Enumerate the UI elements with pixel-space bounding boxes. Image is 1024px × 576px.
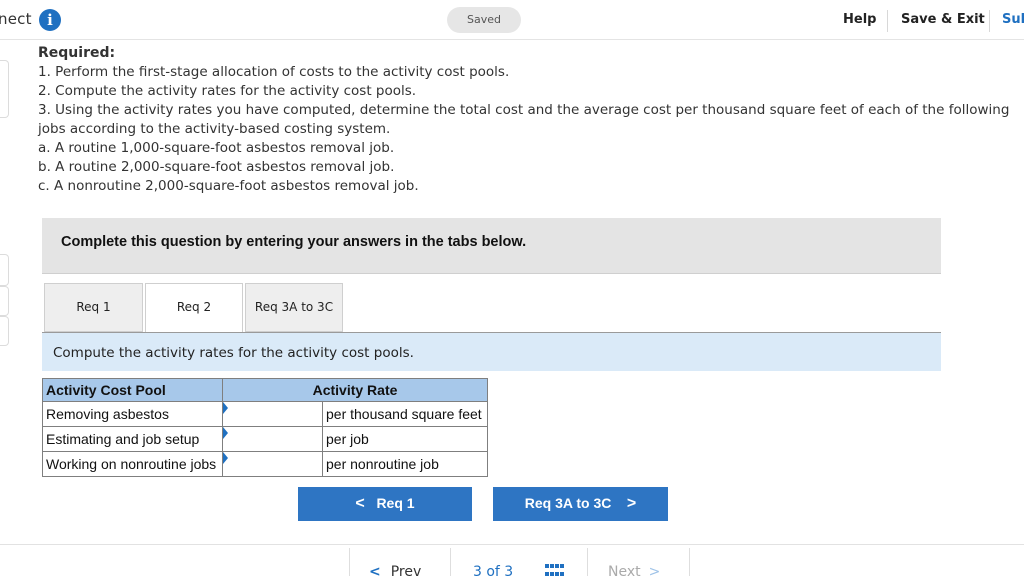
prompt-text: Compute the activity rates for the activ… (53, 345, 414, 361)
table-row: Estimating and job setup per job (42, 426, 488, 452)
question-count[interactable]: 3 of 3 (473, 564, 513, 576)
divider (587, 548, 588, 576)
chevron-right-icon: > (648, 564, 661, 576)
tab-req-2[interactable]: Req 2 (145, 283, 243, 333)
submit-link[interactable]: Sub (1002, 12, 1024, 27)
pool-name-cell: Estimating and job setup (42, 426, 223, 452)
tab-req-3a-to-3c[interactable]: Req 3A to 3C (245, 283, 343, 332)
requirement-line: c. A nonroutine 2,000-square-foot asbest… (38, 178, 419, 194)
prev-question-label: Prev (390, 564, 422, 576)
question-pager: < Prev 3 of 3 Next > (349, 548, 690, 576)
requirement-line: a. A routine 1,000-square-foot asbestos … (38, 140, 395, 156)
grid-icon[interactable] (545, 564, 565, 576)
required-heading: Required: (38, 45, 116, 61)
save-exit-link[interactable]: Save & Exit (901, 12, 985, 27)
rate-input-cell[interactable] (222, 401, 323, 427)
table-row: Working on nonroutine jobs per nonroutin… (42, 451, 488, 477)
prev-question-button[interactable]: < Prev (369, 564, 421, 576)
unit-cell: per nonroutine job (322, 451, 488, 477)
side-panel-tab[interactable] (0, 316, 9, 346)
column-header: Activity Rate (222, 378, 488, 402)
divider (349, 548, 350, 576)
side-panel-tab[interactable] (0, 286, 9, 316)
unit-cell: per thousand square feet (322, 401, 488, 427)
divider (887, 10, 888, 32)
column-header: Activity Cost Pool (42, 378, 223, 402)
rate-input[interactable] (226, 452, 319, 476)
unit-cell: per job (322, 426, 488, 452)
next-requirement-label: Req 3A to 3C (524, 495, 612, 511)
chevron-right-icon: > (626, 495, 637, 512)
rate-input-cell[interactable] (222, 451, 323, 477)
tab-req-1[interactable]: Req 1 (44, 283, 143, 332)
saved-status-badge: Saved (447, 7, 521, 33)
chevron-left-icon: < (355, 495, 365, 512)
instruction-text: Complete this question by entering your … (61, 234, 527, 250)
next-question-button[interactable]: Next > (608, 564, 660, 576)
pool-name-cell: Removing asbestos (42, 401, 223, 427)
rate-input[interactable] (226, 402, 319, 426)
requirement-line: 2. Compute the activity rates for the ac… (38, 83, 417, 99)
table-header-row: Activity Cost Pool Activity Rate (42, 378, 488, 402)
side-panel-tab[interactable] (0, 254, 9, 286)
activity-rate-table: Activity Cost Pool Activity Rate Removin… (42, 378, 488, 477)
brand-logo: nect (0, 10, 32, 28)
divider (450, 548, 451, 576)
footer-divider (0, 544, 1024, 545)
next-requirement-button[interactable]: Req 3A to 3C > (493, 487, 668, 521)
prev-requirement-label: Req 1 (376, 495, 415, 511)
divider (689, 548, 690, 576)
info-icon[interactable]: i (39, 9, 61, 31)
question-text: Required: 1. Perform the first-stage all… (38, 44, 1023, 196)
chevron-left-icon: < (369, 564, 381, 576)
requirement-line: 3. Using the activity rates you have com… (38, 102, 1010, 137)
pool-name-cell: Working on nonroutine jobs (42, 451, 223, 477)
requirement-line: b. A routine 2,000-square-foot asbestos … (38, 159, 395, 175)
divider (989, 10, 990, 32)
rate-input[interactable] (226, 427, 319, 451)
next-question-label: Next (608, 564, 641, 576)
table-row: Removing asbestos per thousand square fe… (42, 401, 488, 427)
instruction-banner: Complete this question by entering your … (42, 218, 941, 274)
help-link[interactable]: Help (843, 12, 876, 27)
side-panel-tab[interactable] (0, 60, 9, 118)
top-bar: nect i Saved Help Save & Exit Sub (0, 0, 1024, 40)
prompt-band: Compute the activity rates for the activ… (42, 333, 941, 371)
prev-requirement-button[interactable]: < Req 1 (298, 487, 472, 521)
requirement-line: 1. Perform the first-stage allocation of… (38, 64, 510, 80)
rate-input-cell[interactable] (222, 426, 323, 452)
